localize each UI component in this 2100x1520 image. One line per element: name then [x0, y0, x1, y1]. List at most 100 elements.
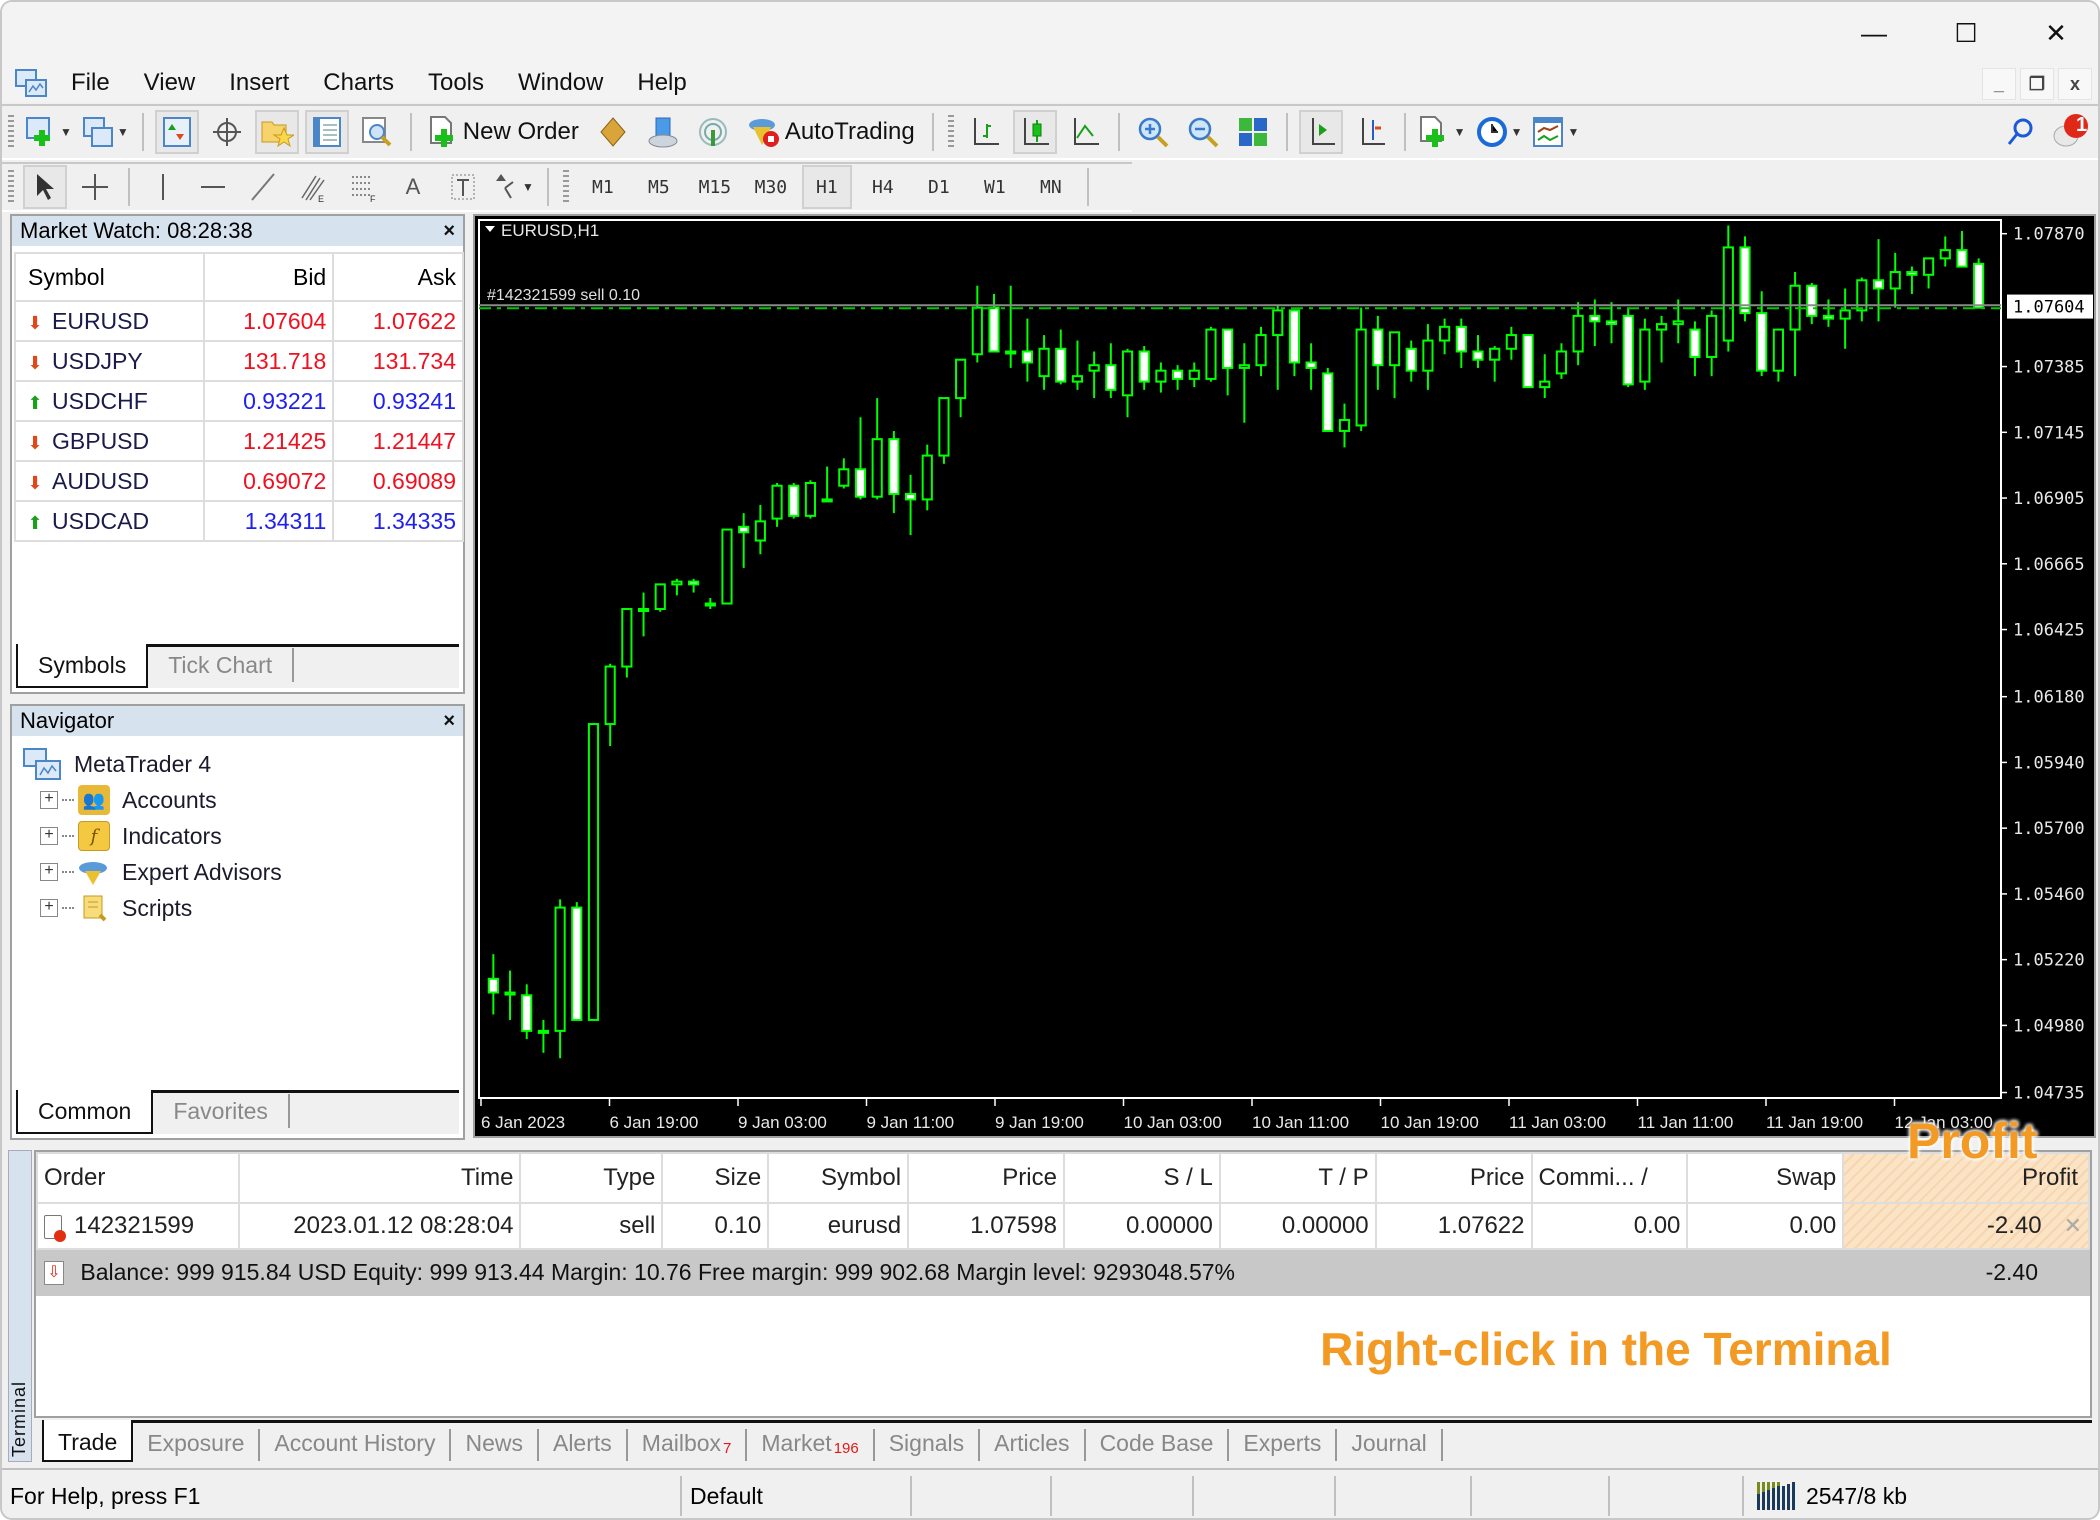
expand-icon[interactable]: +	[40, 899, 58, 917]
notifications-button[interactable]: 1	[2048, 110, 2092, 154]
column-header[interactable]: S / L	[1062, 1152, 1221, 1204]
tab-trade[interactable]: Trade	[42, 1420, 134, 1462]
market-watch-row[interactable]: ⬇ EURUSD 1.07604 1.07622	[14, 300, 464, 342]
tab-market[interactable]: Market 196	[747, 1429, 875, 1461]
close-order-icon[interactable]: ✕	[2064, 1213, 2082, 1238]
timeframe-m1[interactable]: M1	[578, 165, 628, 209]
tree-item-scripts[interactable]: + Scripts	[22, 890, 282, 926]
status-traffic[interactable]: 2547/8 kb	[1744, 1476, 1907, 1516]
tab-articles[interactable]: Articles	[980, 1429, 1086, 1461]
text-label-tool[interactable]	[441, 165, 485, 209]
column-header[interactable]: Time	[237, 1152, 522, 1204]
templates-button[interactable]: ▼	[1530, 110, 1581, 154]
arrows-tool[interactable]: ▼	[491, 165, 536, 209]
column-header[interactable]: Type	[519, 1152, 664, 1204]
timeframe-d1[interactable]: D1	[914, 165, 964, 209]
mdi-restore-button[interactable]: ❐	[2020, 68, 2054, 100]
candlestick-chart[interactable]: #142321599 sell 0.10 EURUSD,H1 1.07870 1.07…	[475, 216, 2094, 1136]
tree-item-expert-advisors[interactable]: + Expert Advisors	[22, 854, 282, 890]
market-watch-toggle[interactable]	[154, 110, 199, 154]
periods-button[interactable]: ▼	[1474, 110, 1525, 154]
toolbar-grip[interactable]	[562, 170, 569, 204]
text-tool[interactable]: A	[391, 165, 435, 209]
tree-item-indicators[interactable]: + f Indicators	[22, 818, 282, 854]
menu-help[interactable]: Help	[620, 69, 703, 97]
data-window-toggle[interactable]	[205, 110, 249, 154]
tile-windows-button[interactable]	[1231, 110, 1275, 154]
cursor-tool[interactable]	[23, 165, 67, 209]
market-watch-row[interactable]: ⬇ GBPUSD 1.21425 1.21447	[14, 420, 464, 462]
tab-tick-chart[interactable]: Tick Chart	[148, 648, 295, 682]
close-icon[interactable]: ×	[443, 220, 463, 243]
timeframe-h4[interactable]: H4	[858, 165, 908, 209]
tab-alerts[interactable]: Alerts	[539, 1429, 628, 1461]
crosshair-tool[interactable]	[73, 165, 117, 209]
column-header[interactable]: Price	[1374, 1152, 1533, 1204]
timeframe-m5[interactable]: M5	[634, 165, 684, 209]
market-watch-row[interactable]: ⬆ USDCAD 1.34311 1.34335	[14, 500, 464, 542]
column-header[interactable]: Price	[907, 1152, 1065, 1204]
balance-row[interactable]: ⇩ Balance: 999 915.84 USD Equity: 999 91…	[35, 1248, 2090, 1296]
auto-scroll-button[interactable]	[1298, 110, 1343, 154]
menu-tools[interactable]: Tools	[411, 69, 501, 97]
chart-window[interactable]: #142321599 sell 0.10 EURUSD,H1 1.07870 1.07…	[473, 214, 2096, 1138]
new-order-button[interactable]: New Order	[423, 110, 585, 154]
column-header[interactable]: Commi... /	[1530, 1152, 1689, 1204]
menu-view[interactable]: View	[127, 69, 213, 97]
new-chart-button[interactable]: ▼	[23, 110, 74, 154]
navigator-toggle[interactable]	[254, 110, 299, 154]
mdi-close-button[interactable]: x	[2058, 68, 2092, 100]
column-header[interactable]: Order	[36, 1152, 240, 1204]
column-header-bid[interactable]: Bid	[202, 252, 335, 302]
tab-experts[interactable]: Experts	[1229, 1429, 1338, 1461]
column-header-ask[interactable]: Ask	[332, 252, 464, 302]
menu-charts[interactable]: Charts	[306, 69, 411, 97]
column-header[interactable]: Swap	[1686, 1152, 1845, 1204]
fibonacci-tool[interactable]: F	[341, 165, 385, 209]
mdi-minimize-button[interactable]: _	[1982, 68, 2016, 100]
tree-item-accounts[interactable]: + 👥 Accounts	[22, 782, 282, 818]
expand-icon[interactable]: +	[40, 863, 58, 881]
bar-chart-button[interactable]	[963, 110, 1007, 154]
tab-mailbox[interactable]: Mailbox 7	[628, 1429, 748, 1461]
timeframe-mn[interactable]: MN	[1026, 165, 1076, 209]
profiles-button[interactable]: ▼	[80, 110, 131, 154]
strategy-tester-toggle[interactable]	[355, 110, 399, 154]
tab-common[interactable]: Common	[16, 1090, 154, 1134]
signals-button[interactable]	[691, 110, 735, 154]
column-header-symbol[interactable]: Symbol	[14, 252, 205, 302]
trade-grid[interactable]: Order Time Type Size Symbol Price S / LT / P Pr…	[34, 1150, 2092, 1418]
trendline-tool[interactable]	[241, 165, 285, 209]
tab-news[interactable]: News	[451, 1429, 539, 1461]
menu-window[interactable]: Window	[501, 69, 620, 97]
zoom-in-button[interactable]	[1131, 110, 1175, 154]
tab-signals[interactable]: Signals	[875, 1429, 981, 1461]
minimize-button[interactable]: —	[1828, 2, 1920, 64]
tab-favorites[interactable]: Favorites	[153, 1094, 290, 1128]
tab-account-history[interactable]: Account History	[260, 1429, 452, 1461]
menu-file[interactable]: File	[54, 69, 127, 97]
timeframe-w1[interactable]: W1	[970, 165, 1020, 209]
timeframe-h1[interactable]: H1	[801, 165, 852, 209]
toolbar-grip[interactable]	[8, 170, 14, 204]
table-row[interactable]: 142321599 2023.01.12 08:28:04 sell 0.10 euru…	[36, 1202, 2090, 1250]
tab-code-base[interactable]: Code Base	[1086, 1429, 1230, 1461]
close-icon[interactable]: ×	[443, 710, 463, 733]
candlestick-chart-button[interactable]	[1012, 110, 1057, 154]
market-watch-row[interactable]: ⬇ USDJPY 131.718 131.734	[14, 340, 464, 382]
tab-symbols[interactable]: Symbols	[16, 644, 149, 688]
terminal-toggle[interactable]	[304, 110, 349, 154]
menu-insert[interactable]: Insert	[212, 69, 306, 97]
vps-button[interactable]	[641, 110, 685, 154]
zoom-out-button[interactable]	[1181, 110, 1225, 154]
metaeditor-button[interactable]	[591, 110, 635, 154]
line-chart-button[interactable]	[1063, 110, 1107, 154]
expand-icon[interactable]: +	[40, 791, 58, 809]
column-header[interactable]: T / P	[1218, 1152, 1377, 1204]
autotrading-button[interactable]: AutoTrading	[741, 110, 921, 154]
search-button[interactable]	[1998, 110, 2042, 154]
maximize-button[interactable]: ☐	[1920, 2, 2012, 64]
chart-shift-button[interactable]	[1349, 110, 1393, 154]
tab-exposure[interactable]: Exposure	[133, 1429, 261, 1461]
toolbar-grip[interactable]	[8, 115, 14, 149]
